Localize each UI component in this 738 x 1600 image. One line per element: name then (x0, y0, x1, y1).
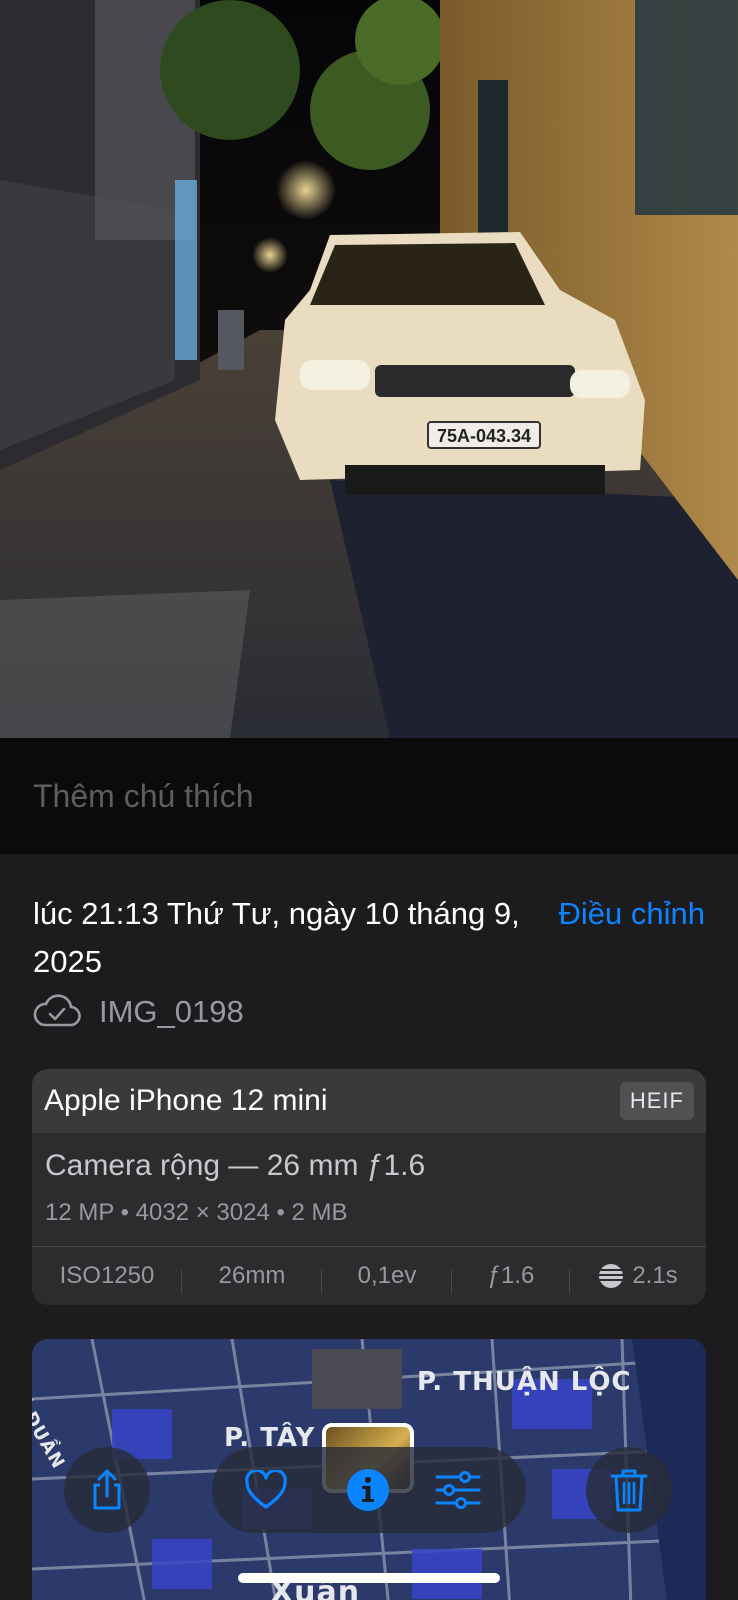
capture-datetime: lúc 21:13 Thứ Tư, ngày 10 tháng 9, 2025 (33, 896, 520, 979)
caption-input[interactable]: Thêm chú thích (33, 778, 254, 815)
camera-card-header: Apple iPhone 12 mini HEIF (32, 1069, 706, 1133)
shutter-speed-icon (599, 1264, 624, 1288)
caption-area[interactable]: Thêm chú thích (0, 738, 738, 854)
info-button[interactable] (345, 1467, 391, 1513)
adjust-date-button[interactable]: Điều chỉnh (559, 890, 705, 938)
lens-info: Camera rộng — 26 mm ƒ1.6 (45, 1149, 426, 1182)
exif-row: ISO1250 26mm 0,1ev ƒ1.6 2.1s (32, 1246, 706, 1305)
device-name: Apple iPhone 12 mini (44, 1084, 328, 1117)
share-button[interactable] (64, 1447, 150, 1533)
trash-icon (610, 1469, 648, 1512)
heart-icon (245, 1470, 287, 1509)
info-icon (347, 1469, 389, 1511)
home-indicator (238, 1573, 500, 1583)
photo-view[interactable]: 75A-043.34 (0, 0, 738, 738)
shutter-value: 2.1s (570, 1262, 706, 1290)
file-row: IMG_0198 (33, 994, 244, 1030)
file-name: IMG_0198 (99, 994, 244, 1029)
image-specs: 12 MP • 4032 × 3024 • 2 MB (45, 1199, 348, 1226)
focal-length-value: 26mm (182, 1262, 322, 1294)
format-badge: HEIF (619, 1082, 694, 1120)
delete-button[interactable] (586, 1447, 672, 1533)
sliders-icon (435, 1471, 481, 1509)
cloud-check-icon (33, 994, 81, 1027)
map-label-thuan-loc: P. THUẬN LỘC (417, 1367, 632, 1397)
share-icon (93, 1469, 121, 1510)
exposure-value: 0,1ev (322, 1262, 452, 1294)
favorite-button[interactable] (242, 1467, 290, 1513)
camera-info-card: Apple iPhone 12 mini HEIF Camera rộng — … (32, 1069, 706, 1305)
license-plate: 75A-043.34 (437, 426, 531, 446)
edit-button[interactable] (434, 1467, 482, 1513)
iso-value: ISO1250 (32, 1262, 182, 1294)
night-alley-car-photo: 75A-043.34 (0, 0, 738, 738)
aperture-value: ƒ1.6 (452, 1262, 570, 1294)
toolbar-group (212, 1447, 526, 1533)
